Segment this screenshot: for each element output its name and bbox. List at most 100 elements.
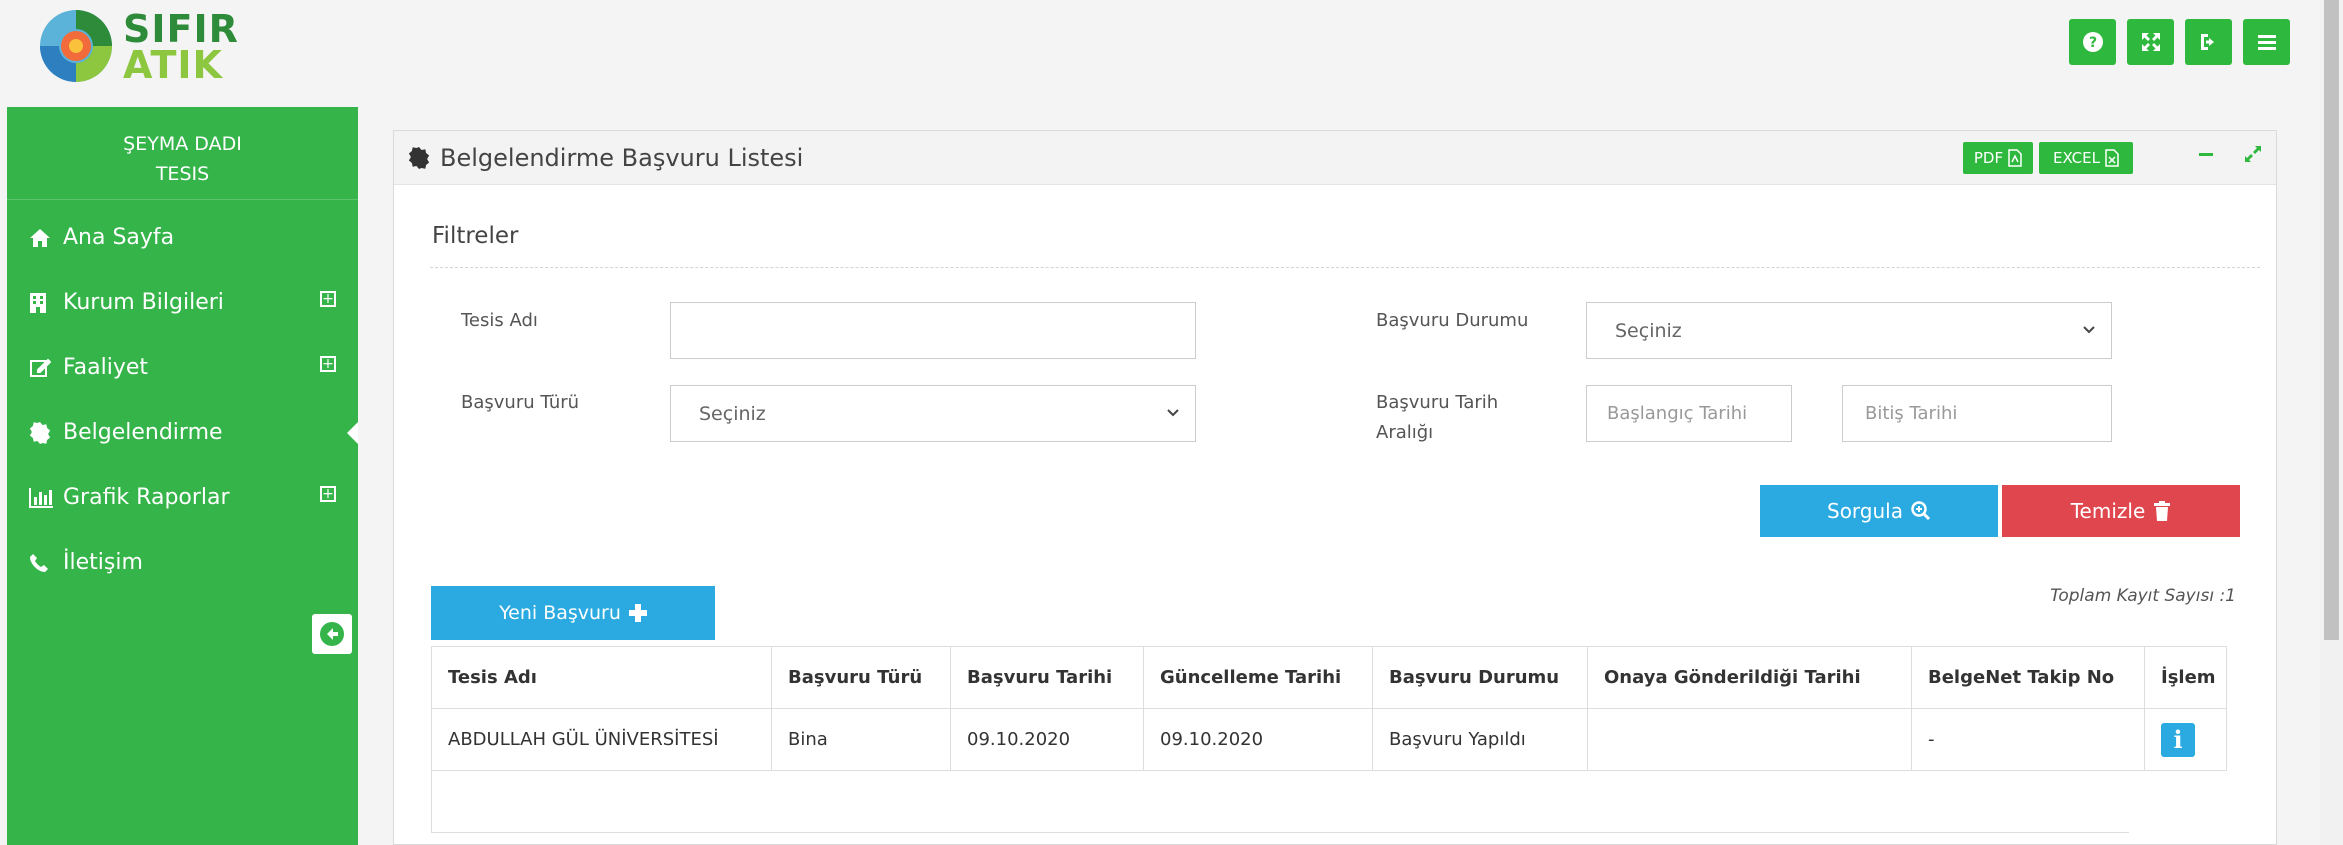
menu-icon <box>2257 35 2276 50</box>
menu-button[interactable] <box>2243 19 2290 65</box>
building-icon <box>29 292 63 314</box>
sidebar-collapse-button[interactable] <box>312 614 352 654</box>
total-record-count: Toplam Kayıt Sayısı :1 <box>2050 586 2236 606</box>
table-footer-area <box>431 770 2129 833</box>
temizle-label: Temizle <box>2070 499 2146 523</box>
help-icon: ? <box>2082 32 2103 52</box>
logout-button[interactable] <box>2185 19 2232 65</box>
logo-line-2: ATIK <box>123 43 223 87</box>
fullscreen-button[interactable] <box>2127 19 2174 65</box>
export-excel-button[interactable]: EXCEL <box>2039 142 2133 174</box>
yeni-basvuru-button[interactable]: Yeni Başvuru <box>431 586 715 640</box>
tesis-adi-label: Tesis Adı <box>461 310 538 331</box>
basvuru-durumu-select[interactable]: Seçiniz <box>1586 302 2112 359</box>
sidebar-item-label: İletişim <box>63 550 143 575</box>
col-header-belgenet-takip[interactable]: BelgeNet Takip No <box>1911 646 2145 709</box>
sidebar-item-label: Faaliyet <box>63 355 149 380</box>
fullscreen-icon <box>2141 33 2160 51</box>
bitis-tarihi-input[interactable]: Bitiş Tarihi <box>1842 385 2112 442</box>
basvuru-durumu-value: Seçiniz <box>1615 319 1682 342</box>
tesis-adi-input[interactable] <box>670 302 1196 359</box>
pdf-file-icon <box>2008 149 2022 167</box>
sidebar-item-kurum-bilgileri[interactable]: Kurum Bilgileri + <box>7 270 358 335</box>
sorgula-label: Sorgula <box>1827 499 1903 523</box>
basvuru-tarih-label-line1: Başvuru Tarih <box>1376 392 1499 413</box>
excel-file-icon <box>2105 149 2119 167</box>
chevron-down-icon <box>2083 326 2095 334</box>
export-excel-label: EXCEL <box>2053 149 2100 167</box>
edit-icon <box>29 357 63 379</box>
home-icon <box>29 228 63 248</box>
plus-icon <box>628 604 647 622</box>
col-header-onaya-gonderildigi[interactable]: Onaya Gönderildiği Tarihi <box>1587 646 1912 709</box>
export-pdf-button[interactable]: PDF <box>1963 142 2033 174</box>
col-header-basvuru-tarihi[interactable]: Başvuru Tarihi <box>950 646 1144 709</box>
cell-belgenet-takip: - <box>1911 708 2145 771</box>
sorgula-button[interactable]: Sorgula <box>1760 485 1998 537</box>
logo-line-1: SIFIR <box>123 7 239 51</box>
col-header-guncelleme-tarihi[interactable]: Güncelleme Tarihi <box>1143 646 1373 709</box>
sidebar-item-faaliyet[interactable]: Faaliyet + <box>7 335 358 400</box>
basvuru-turu-select[interactable]: Seçiniz <box>670 385 1196 442</box>
sidebar-item-ana-sayfa[interactable]: Ana Sayfa <box>7 205 358 270</box>
sidebar-item-belgelendirme[interactable]: Belgelendirme <box>7 400 358 465</box>
user-name: ŞEYMA DADI <box>123 133 242 155</box>
sidebar: ŞEYMA DADI TESIS Ana Sayfa Kurum Bilgile… <box>7 107 358 845</box>
certificate-icon <box>408 146 430 169</box>
expand-plus-icon[interactable]: + <box>320 486 336 502</box>
certificate-icon <box>29 421 63 444</box>
bar-chart-icon <box>29 487 63 508</box>
expand-plus-icon[interactable]: + <box>320 356 336 372</box>
yeni-basvuru-label: Yeni Başvuru <box>499 602 621 624</box>
col-header-basvuru-turu[interactable]: Başvuru Türü <box>771 646 951 709</box>
sidebar-item-grafik-raporlar[interactable]: Grafik Raporlar + <box>7 465 358 530</box>
sidebar-item-label: Kurum Bilgileri <box>63 290 224 315</box>
arrow-left-circle-icon <box>320 622 344 646</box>
page-scrollbar[interactable] <box>2320 0 2343 845</box>
applications-table: Tesis Adı Başvuru Türü Başvuru Tarihi Gü… <box>431 646 2227 771</box>
basvuru-tarih-label-line2: Aralığı <box>1376 422 1434 443</box>
top-header: SIFIR ATIK ? <box>0 0 2320 104</box>
export-pdf-label: PDF <box>1973 149 2004 167</box>
cell-onaya-gonderildigi <box>1587 708 1912 771</box>
cell-islem: i <box>2144 708 2227 771</box>
logo-text: SIFIR ATIK <box>123 7 239 87</box>
info-button[interactable]: i <box>2161 722 2195 757</box>
col-header-islem: İşlem <box>2144 646 2227 709</box>
chevron-down-icon <box>1167 409 1179 417</box>
logo-emblem-icon <box>40 10 112 82</box>
table-row: ABDULLAH GÜL ÜNİVERSİTESİ Bina 09.10.202… <box>431 708 2227 771</box>
panel-tools <box>2198 145 2262 163</box>
cell-guncelleme-tarihi: 09.10.2020 <box>1143 708 1373 771</box>
filters-title: Filtreler <box>432 223 519 249</box>
table-header-row: Tesis Adı Başvuru Türü Başvuru Tarihi Gü… <box>431 646 2227 709</box>
basvuru-turu-label: Başvuru Türü <box>461 392 580 413</box>
col-header-tesis-adi[interactable]: Tesis Adı <box>431 646 772 709</box>
svg-text:?: ? <box>2088 35 2096 51</box>
help-button[interactable]: ? <box>2069 19 2116 65</box>
basvuru-durumu-label: Başvuru Durumu <box>1376 310 1529 331</box>
sidebar-item-label: Grafik Raporlar <box>63 485 230 510</box>
expand-icon[interactable] <box>2244 145 2262 163</box>
sidebar-item-iletisim[interactable]: İletişim <box>7 530 358 595</box>
logo[interactable]: SIFIR ATIK <box>35 5 238 87</box>
baslangic-tarihi-input[interactable]: Başlangıç Tarihi <box>1586 385 1792 442</box>
filters-divider <box>430 267 2260 268</box>
panel-header: Belgelendirme Başvuru Listesi PDF EXCEL <box>394 131 2276 185</box>
user-role: TESIS <box>155 163 210 185</box>
cell-basvuru-tarihi: 09.10.2020 <box>950 708 1144 771</box>
temizle-button[interactable]: Temizle <box>2002 485 2240 537</box>
sidebar-item-label: Belgelendirme <box>63 420 223 445</box>
logout-icon <box>2200 34 2214 50</box>
top-toolbar: ? <box>2069 19 2290 65</box>
col-header-basvuru-durumu[interactable]: Başvuru Durumu <box>1372 646 1588 709</box>
phone-icon <box>29 553 63 573</box>
expand-plus-icon[interactable]: + <box>320 291 336 307</box>
user-info: ŞEYMA DADI TESIS <box>7 107 358 200</box>
scrollbar-thumb[interactable] <box>2324 0 2339 640</box>
basvuru-tarih-label: Başvuru Tarih Aralığı <box>1376 388 1498 448</box>
minimize-icon[interactable] <box>2198 146 2214 162</box>
cell-tesis-adi: ABDULLAH GÜL ÜNİVERSİTESİ <box>431 708 772 771</box>
search-plus-icon <box>1911 501 1931 521</box>
main-panel: Belgelendirme Başvuru Listesi PDF EXCEL … <box>393 130 2277 845</box>
